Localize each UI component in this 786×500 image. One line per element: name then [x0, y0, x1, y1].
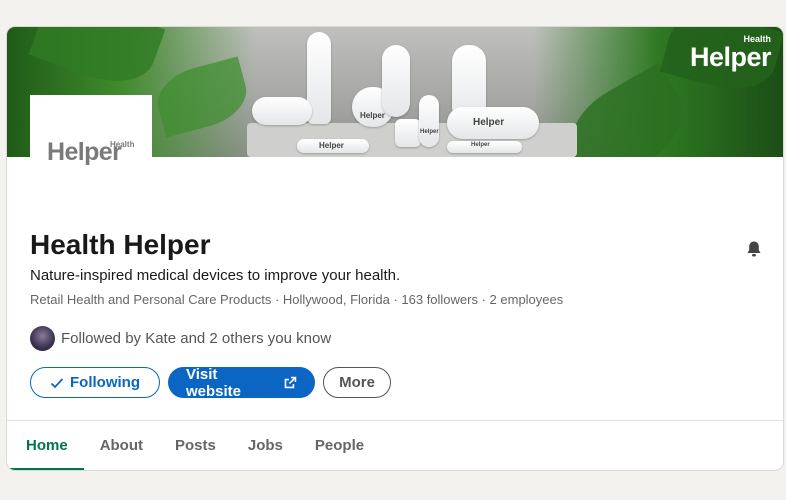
device-label: Helper — [420, 129, 439, 135]
tab-people[interactable]: People — [299, 421, 380, 470]
avatar — [30, 326, 55, 351]
tab-home[interactable]: Home — [7, 421, 84, 470]
followed-by[interactable]: Followed by Kate and 2 others you know — [30, 326, 331, 351]
tab-posts[interactable]: Posts — [159, 421, 232, 470]
check-icon — [50, 377, 64, 388]
following-button[interactable]: Following — [30, 367, 160, 398]
device-pen: Helper — [447, 141, 522, 153]
company-tagline: Nature-inspired medical devices to impro… — [30, 267, 401, 284]
device-massager — [252, 97, 312, 125]
following-label: Following — [70, 374, 140, 391]
more-button[interactable]: More — [323, 367, 391, 398]
company-meta: Retail Health and Personal Care Products… — [30, 292, 564, 307]
tab-about[interactable]: About — [84, 421, 159, 470]
visit-website-button[interactable]: Visit website — [168, 365, 315, 400]
action-buttons: Following Visit website More — [30, 365, 391, 400]
device-mask-box — [395, 119, 421, 147]
device-thermometer: Helper — [297, 139, 369, 153]
external-link-icon — [284, 376, 297, 389]
company-logo[interactable]: Health Helper — [30, 95, 152, 177]
device-label: Helper — [319, 141, 344, 150]
device-label: Helper — [360, 111, 385, 120]
device-label: Helper — [471, 142, 490, 148]
company-header-card: Helper Helper Helper Helper Helper Healt… — [7, 27, 783, 470]
device-bottle — [382, 45, 410, 117]
device-inhaler: Helper — [419, 95, 439, 147]
visit-website-label: Visit website — [186, 365, 242, 400]
page-tabs: Home About Posts Jobs People — [7, 421, 380, 470]
device-compressor: Helper — [447, 107, 539, 139]
company-name: Health Helper — [30, 229, 211, 260]
more-label: More — [339, 374, 375, 391]
followed-by-text: Followed by Kate and 2 others you know — [61, 330, 332, 347]
bell-icon[interactable] — [745, 240, 763, 258]
cover-brand-logo: Health Helper — [689, 34, 772, 72]
device-label: Helper — [473, 117, 505, 128]
tab-jobs[interactable]: Jobs — [232, 421, 299, 470]
